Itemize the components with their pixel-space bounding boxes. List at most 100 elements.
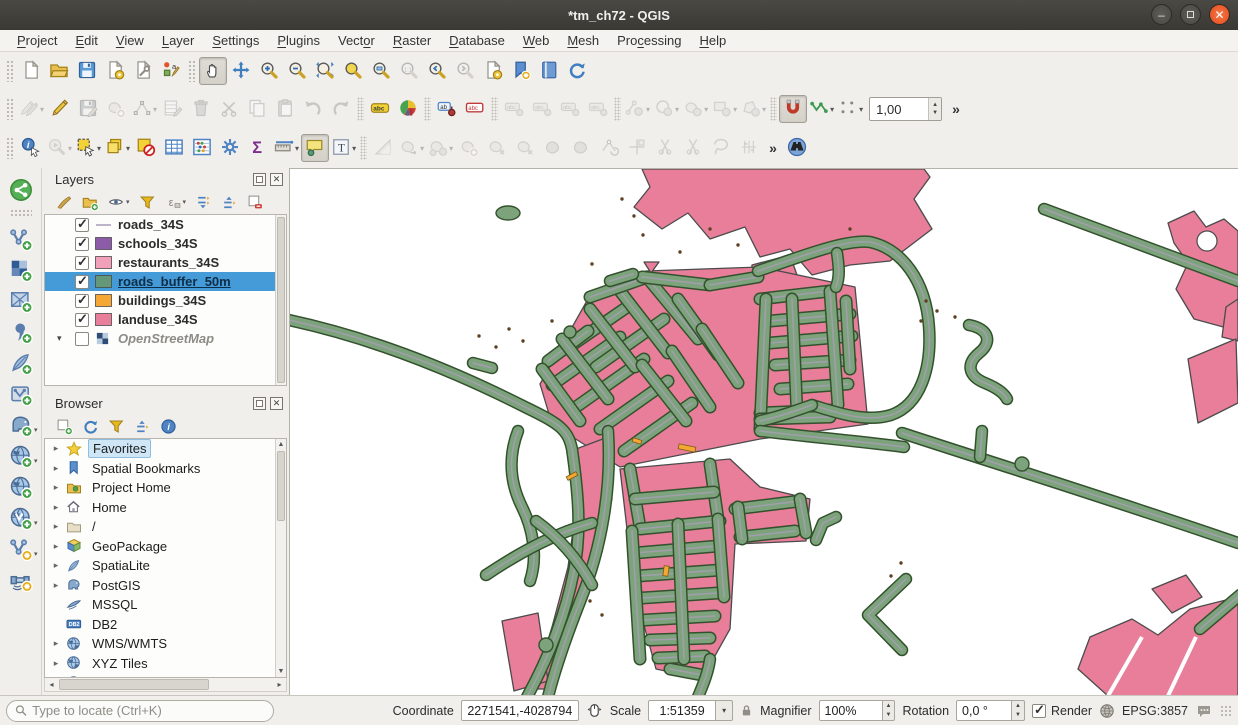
menu-layer[interactable]: Layer [153,32,204,49]
dropdown-caret-icon[interactable]: ▾ [153,105,157,114]
menu-processing[interactable]: Processing [608,32,690,49]
layer-row-roads_34s[interactable]: roads_34S [45,215,286,234]
select-features-by-value-button[interactable]: ▾ [103,134,132,162]
filter-browser-button[interactable] [108,418,125,435]
tree-expand-icon[interactable]: ▸ [51,541,61,552]
dropdown-caret-icon[interactable]: ▾ [762,105,766,114]
add-selected-layers-button[interactable] [56,418,73,435]
menu-view[interactable]: View [107,32,153,49]
toolbar-grip[interactable] [6,137,14,159]
toolbar-grip[interactable] [10,209,32,217]
tree-expand-icon[interactable]: ▸ [51,443,61,454]
menu-project[interactable]: Project [8,32,66,49]
collapse-all-button[interactable] [221,194,238,211]
menu-plugins[interactable]: Plugins [268,32,329,49]
menu-database[interactable]: Database [440,32,514,49]
layer-visibility-checkbox[interactable] [75,294,89,308]
toolbar-grip[interactable] [188,60,196,82]
dropdown-caret-icon[interactable]: ▾ [420,144,424,153]
browser-item-mssql[interactable]: MSSQL [45,595,286,615]
add-geopackage-layer-button[interactable] [4,378,38,409]
layer-row-landuse_34s[interactable]: landuse_34S [45,310,286,329]
browser-item--[interactable]: ▸/ [45,517,286,537]
browser-item-postgis[interactable]: ▸PostGIS [45,576,286,596]
show-layout-manager-button[interactable] [129,57,157,85]
magnifier-spin-buttons[interactable]: ▲▼ [883,700,896,721]
collapse-all-browser-button[interactable] [134,418,151,435]
rotation-spin-buttons[interactable]: ▲▼ [1012,700,1025,721]
rotation-input[interactable] [962,704,1006,718]
manage-map-themes-button[interactable]: ▾ [108,194,130,211]
tree-expand-icon[interactable]: ▸ [51,580,61,591]
metasearch-button[interactable] [783,134,811,162]
open-project-button[interactable] [45,57,73,85]
save-project-button[interactable] [73,57,101,85]
add-mesh-layer-button[interactable] [4,285,38,316]
identify-features-button[interactable]: i [17,134,45,162]
layer-row-openstreetmap[interactable]: ▾OpenStreetMap [45,329,286,348]
layer-visibility-checkbox[interactable] [75,332,89,346]
render-checkbox[interactable] [1032,704,1046,718]
expand-all-button[interactable] [195,194,212,211]
dropdown-caret-icon[interactable]: ▾ [34,519,38,527]
lock-scale-icon[interactable] [740,703,753,718]
add-raster-layer-button[interactable] [4,254,38,285]
layer-diagram-options-button[interactable] [394,95,422,123]
enable-properties-widget-button[interactable]: i [160,418,177,435]
toolbar-overflow-icon[interactable]: » [763,140,783,156]
statistical-summary-button[interactable]: Σ [244,134,272,162]
tree-expand-icon[interactable]: ▸ [51,560,61,571]
zoom-to-layer-button[interactable] [367,57,395,85]
scale-dropdown-icon[interactable]: ▾ [716,700,733,721]
layer-labeling-options-button[interactable]: abc [366,95,394,123]
layer-row-schools_34s[interactable]: schools_34S [45,234,286,253]
browser-panel-float-icon[interactable] [253,397,266,410]
refresh-browser-button[interactable] [82,418,99,435]
menu-settings[interactable]: Settings [203,32,268,49]
label-toolbar-single-button[interactable]: ab [433,95,461,123]
maximize-button[interactable] [1180,4,1201,25]
dropdown-caret-icon[interactable]: ▾ [449,144,453,153]
menu-mesh[interactable]: Mesh [558,32,608,49]
browser-hscrollbar[interactable]: ◂ ▸ [44,678,287,692]
layer-row-restaurants_34s[interactable]: restaurants_34S [45,253,286,272]
tree-expand-icon[interactable]: ▸ [51,521,61,532]
layers-scrollbar[interactable] [275,215,286,385]
new-spatial-bookmark-button[interactable] [479,57,507,85]
remove-layer-button[interactable] [247,194,264,211]
toolbar-grip[interactable] [6,98,14,120]
map-tips-button[interactable] [301,134,329,162]
messages-icon[interactable] [1195,703,1213,719]
browser-item-db2[interactable]: DB2DB2 [45,615,286,635]
menu-vector[interactable]: Vector [329,32,384,49]
pan-map-button[interactable] [199,57,227,85]
locate-search[interactable] [6,700,274,722]
dropdown-caret-icon[interactable]: ▾ [34,426,38,434]
dropdown-caret-icon[interactable]: ▾ [830,105,834,114]
map-canvas[interactable] [289,168,1238,695]
browser-scrollbar[interactable]: ▲ ▼ [275,439,286,677]
dropdown-caret-icon[interactable]: ▾ [646,105,650,114]
dropdown-caret-icon[interactable]: ▾ [34,457,38,465]
new-print-layout-button[interactable] [101,57,129,85]
enable-snapping-button[interactable] [779,95,807,123]
new-project-button[interactable] [17,57,45,85]
filter-legend-by-expression-button[interactable]: ε▾ [165,194,187,211]
filter-legend-button[interactable] [139,194,156,211]
add-group-button[interactable] [82,194,99,211]
add-spatialite-layer-button[interactable] [4,347,38,378]
add-wfs-layer-button[interactable]: ▾ [4,502,38,533]
layer-visibility-checkbox[interactable] [75,313,89,327]
add-postgis-layer-button[interactable]: ▾ [4,409,38,440]
coordinate-field[interactable] [467,704,573,718]
toggle-editing-button[interactable] [46,95,74,123]
dropdown-caret-icon[interactable]: ▾ [97,144,101,153]
tree-expand-icon[interactable]: ▸ [51,482,61,493]
select-features-button[interactable]: ▾ [74,134,103,162]
toolbar-overflow-icon[interactable]: » [946,101,966,117]
dropdown-caret-icon[interactable]: ▾ [859,105,863,114]
dropdown-caret-icon[interactable]: ▾ [40,105,44,114]
layer-visibility-checkbox[interactable] [75,275,89,289]
crs-status[interactable]: EPSG:3857 [1122,704,1188,718]
dropdown-caret-icon[interactable]: ▾ [295,144,299,153]
